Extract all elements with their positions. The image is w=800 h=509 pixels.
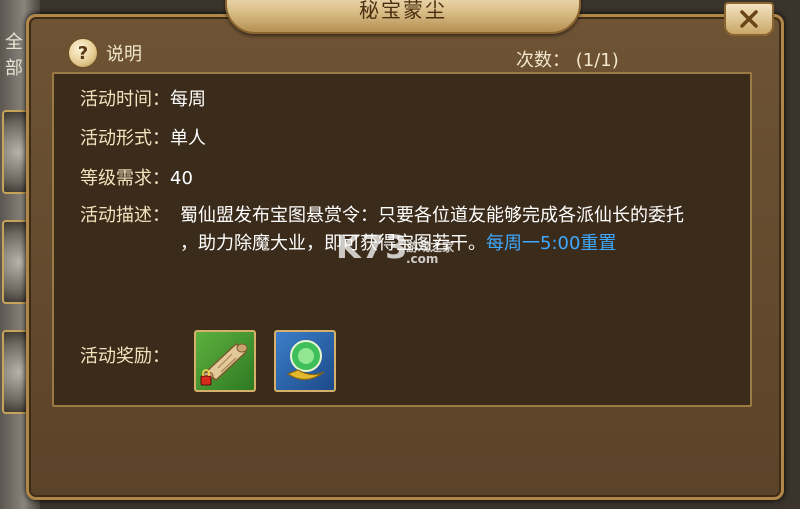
- reward-item-jade-orb[interactable]: [274, 330, 336, 392]
- watermark-main: K73: [336, 228, 409, 266]
- side-menu-label: 全部: [5, 32, 23, 79]
- activity-time-row: 活动时间：每周: [80, 86, 206, 114]
- activity-form-label: 活动形式：: [80, 128, 170, 149]
- close-icon: [740, 10, 758, 28]
- watermark-sub2: .com: [406, 252, 439, 266]
- close-button[interactable]: [724, 2, 774, 36]
- k73-watermark: K73 游戏之家 .com: [336, 228, 454, 266]
- level-requirement-value: 40: [170, 168, 193, 189]
- activity-description-row: 活动描述： 蜀仙盟发布宝图悬赏令：只要各位道友能够完成各派仙长的委托 ，助力除魔…: [80, 202, 760, 254]
- activity-time-label: 活动时间：: [80, 89, 170, 110]
- activity-form-value: 单人: [170, 128, 206, 149]
- activity-description-label: 活动描述：: [80, 205, 170, 226]
- title-plate: 秘宝蒙尘: [225, 0, 581, 34]
- treasure-map-scroll-icon: [200, 343, 248, 386]
- help-icon[interactable]: ?: [68, 38, 98, 68]
- activity-time-value: 每周: [170, 89, 206, 110]
- description-line-1: 蜀仙盟发布宝图悬赏令：只要各位道友能够完成各派仙长的委托: [180, 205, 684, 226]
- level-requirement-label: 等级需求：: [80, 168, 170, 189]
- jade-orb-icon: [286, 340, 325, 381]
- help-label[interactable]: 说明: [106, 40, 142, 66]
- activity-form-row: 活动形式：单人: [80, 125, 206, 153]
- attempt-count: 次数： (1/1): [516, 50, 619, 71]
- level-requirement-row: 等级需求：40: [80, 165, 193, 193]
- reset-time-highlight: 每周一5:00重置: [486, 233, 617, 254]
- dialog-title: 秘宝蒙尘: [359, 0, 447, 22]
- reward-item-treasure-map[interactable]: [194, 330, 256, 392]
- lock-icon: [200, 375, 212, 386]
- activity-reward-label: 活动奖励：: [80, 346, 170, 367]
